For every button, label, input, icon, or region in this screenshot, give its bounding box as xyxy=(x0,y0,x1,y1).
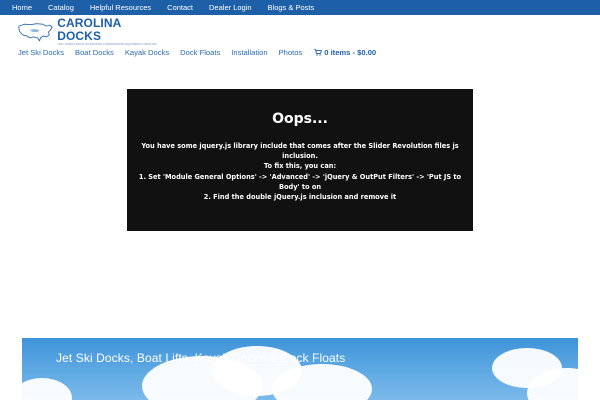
error-line: 1. Set 'Module General Options' -> 'Adva… xyxy=(138,172,462,181)
cart-link[interactable]: 0 items - $0.00 xyxy=(314,48,376,57)
nav-photos[interactable]: Photos xyxy=(279,48,303,57)
error-line: inclusion. xyxy=(282,152,318,161)
topnav-dealer-login-link[interactable]: Dealer Login xyxy=(201,0,260,15)
cart-label: 0 items - $0.00 xyxy=(324,47,377,57)
hero-banner: Jet Ski Docks, Boat Lifts, Kayak Docks &… xyxy=(22,338,578,400)
error-line: To fix this, you can: xyxy=(263,162,337,171)
error-line: You have some jquery.js library include … xyxy=(141,142,459,150)
nav-installation[interactable]: Installation xyxy=(231,48,267,57)
logo-text: CAROLINA DOCKS THE LOWEST PRICE ON BOATI… xyxy=(57,17,166,47)
error-title: Oops... xyxy=(272,111,328,127)
error-message: You have some jquery.js library include … xyxy=(137,141,463,202)
slider-error-box: Oops... You have some jquery.js library … xyxy=(127,89,473,231)
topnav-contact-link[interactable]: Contact xyxy=(159,0,201,15)
top-navigation-bar: Home Catalog Helpful Resources Contact D… xyxy=(0,0,600,15)
hero-title: Jet Ski Docks, Boat Lifts, Kayak Docks &… xyxy=(56,351,346,365)
error-line: 2. Find the double jQuery.js inclusion a… xyxy=(203,193,397,202)
nav-dock-floats[interactable]: Dock Floats xyxy=(180,48,220,57)
nav-boat-docks[interactable]: Boat Docks xyxy=(75,48,114,57)
nav-kayak-docks[interactable]: Kayak Docks xyxy=(125,48,169,57)
us-map-icon xyxy=(18,23,53,42)
topnav-home-link[interactable]: Home xyxy=(4,0,40,15)
error-line: Body' to on xyxy=(278,182,322,191)
topnav-catalog-link[interactable]: Catalog xyxy=(40,0,82,15)
logo-title: CAROLINA DOCKS xyxy=(57,16,121,43)
topnav-blogs-posts-link[interactable]: Blogs & Posts xyxy=(260,0,323,15)
nav-jet-ski-docks[interactable]: Jet Ski Docks xyxy=(18,48,64,57)
topnav-helpful-resources-link[interactable]: Helpful Resources xyxy=(82,0,159,15)
main-navigation: Jet Ski Docks Boat Docks Kayak Docks Doc… xyxy=(13,46,382,58)
site-logo[interactable]: CAROLINA DOCKS THE LOWEST PRICE ON BOATI… xyxy=(16,17,166,47)
hero-cloud xyxy=(22,378,72,400)
cart-icon xyxy=(314,48,323,56)
site-header: CAROLINA DOCKS THE LOWEST PRICE ON BOATI… xyxy=(0,15,600,60)
